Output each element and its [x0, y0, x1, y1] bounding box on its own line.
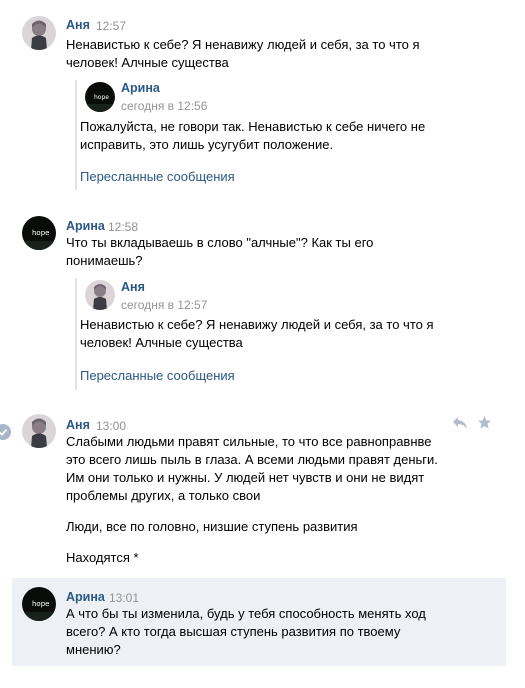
message-line: мнению? — [66, 642, 121, 657]
message-line: Что ты вкладываешь в слово "алчные"? Как… — [66, 235, 374, 250]
message-time[interactable]: 13:00 — [96, 419, 126, 433]
forwarded-messages-link[interactable]: Пересланные сообщения — [80, 368, 235, 383]
message-line: всего? А кто тогда высшая ступень развит… — [66, 624, 401, 639]
hope-logo-text: hope — [94, 94, 109, 101]
avatar-arina[interactable]: hope — [22, 587, 56, 621]
forward-time: сегодня в 12:57 — [121, 298, 208, 312]
forward-author[interactable]: Арина — [121, 81, 160, 95]
message-time[interactable]: 12:57 — [96, 19, 126, 33]
message-line: проблемы других, а только свои — [66, 488, 261, 503]
avatar-anya[interactable] — [22, 16, 56, 50]
avatar-anya[interactable] — [85, 280, 115, 310]
forward-line: человек! Алчные существа — [80, 335, 243, 350]
forward-line: Ненавистью к себе? Я ненавижу людей и се… — [80, 317, 434, 332]
forward-line: Пожалуйста, не говори так. Ненавистью к … — [80, 119, 426, 134]
forward-time: сегодня в 12:56 — [121, 99, 208, 113]
reply-icon[interactable] — [452, 416, 468, 433]
message-line: Люди, все по головно, низшие ступень раз… — [66, 519, 358, 534]
author-name[interactable]: Арина — [66, 590, 105, 604]
message-4[interactable]: hope Арина 13:01 А что бы ты изменила, б… — [12, 578, 506, 666]
author-name[interactable]: Арина — [66, 219, 105, 233]
message-line: это всего лишь пыль в глаза. А всеми люд… — [66, 452, 438, 467]
message-line: человек! Алчные существа — [66, 55, 229, 70]
message-line: Находятся * — [66, 550, 139, 565]
author-name[interactable]: Аня — [66, 18, 90, 32]
message-2: hope Арина 12:58 Что ты вкладываешь в сл… — [0, 210, 525, 408]
message-1: Аня 12:57 Ненавистью к себе? Я ненавижу … — [0, 0, 525, 210]
forwarded-messages-link[interactable]: Пересланные сообщения — [80, 169, 235, 184]
hope-logo-text: hope — [32, 229, 49, 237]
forwarded-message: Аня сегодня в 12:57 Ненавистью к себе? Я… — [75, 278, 497, 390]
avatar-arina[interactable]: hope — [85, 82, 115, 112]
message-line: Им они только и нужны. У людей нет чувст… — [66, 470, 425, 485]
message-line: понимаешь? — [66, 253, 143, 268]
message-line: Ненавистью к себе? Я ненавижу людей и се… — [66, 37, 420, 52]
hope-logo-text: hope — [32, 600, 49, 608]
checkmark-icon[interactable] — [0, 424, 11, 440]
message-time[interactable]: 12:58 — [108, 220, 138, 234]
message-3: Аня 13:00 Слабыми людьми правят сильные,… — [0, 408, 525, 578]
forward-author[interactable]: Аня — [121, 280, 145, 294]
message-line: А что бы ты изменила, будь у тебя способ… — [66, 606, 426, 621]
message-line: Слабыми людьми правят сильные, то что вс… — [66, 434, 432, 449]
forwarded-message: hope Арина сегодня в 12:56 Пожалуйста, н… — [75, 80, 497, 190]
star-icon[interactable] — [477, 415, 492, 433]
message-time[interactable]: 13:01 — [109, 591, 139, 605]
author-name[interactable]: Аня — [66, 418, 90, 432]
avatar-anya[interactable] — [22, 414, 56, 448]
avatar-arina[interactable]: hope — [22, 216, 56, 250]
forward-line: исправить, это лишь усугубит положение. — [80, 137, 334, 152]
